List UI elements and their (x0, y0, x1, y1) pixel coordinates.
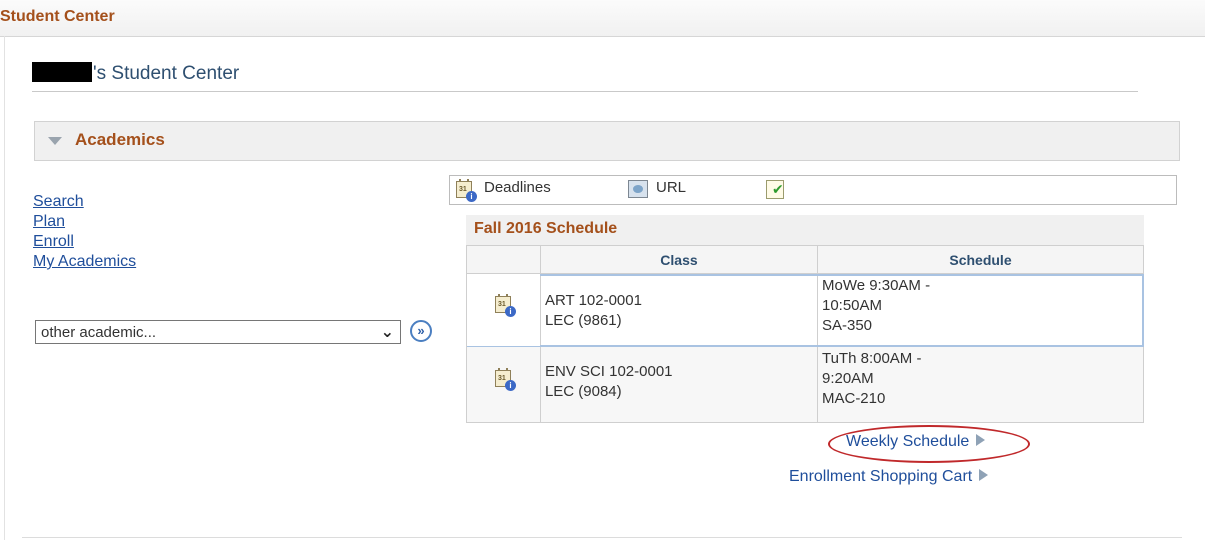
class-details-icon[interactable]: 31 i (495, 294, 516, 317)
academics-section-header[interactable]: Academics (34, 121, 1180, 161)
class-cell: ENV SCI 102-0001 LEC (9084) (539, 346, 818, 423)
table-row[interactable]: 31 i ENV SCI 102-0001 LEC (9084) TuTh 8:0… (466, 346, 1145, 423)
class-name: ENV SCI 102-0001 (544, 363, 673, 380)
schedule-days-time: TuTh 8:00AM - (821, 350, 922, 367)
deadlines-calendar-icon: 31 i (456, 179, 477, 202)
collapse-triangle-icon[interactable] (48, 137, 62, 145)
highlight-circle-annotation (828, 425, 1030, 463)
left-border (4, 36, 5, 540)
schedule-cell: MoWe 9:30AM - 10:50AM SA-350 (816, 273, 1145, 347)
schedule-table: Class Schedule 31 i ART 102-0001 LEC (986… (466, 245, 1145, 423)
title-divider (32, 91, 1138, 92)
table-row[interactable]: 31 i ART 102-0001 LEC (9861) MoWe 9:30AM … (466, 273, 1145, 347)
schedule-room: SA-350 (821, 317, 873, 334)
deadlines-label: Deadlines (484, 179, 551, 196)
url-label: URL (656, 179, 687, 196)
my-academics-link[interactable]: My Academics (33, 252, 136, 272)
header-bar: Student Center (0, 0, 1205, 37)
academics-section-label: Academics (75, 130, 165, 149)
schedule-title-bar: Fall 2016 Schedule (466, 215, 1144, 245)
icon-column-header (466, 245, 541, 274)
other-academic-select[interactable]: other academic... ⌄ (35, 320, 401, 344)
schedule-panel: Fall 2016 Schedule Class Schedule 31 i AR… (466, 215, 1145, 428)
checklist-icon: ✔ (766, 180, 784, 199)
class-section: LEC (9861) (544, 312, 622, 329)
schedule-cell: TuTh 8:00AM - 9:20AM MAC-210 (816, 346, 1145, 423)
chevron-down-icon: ⌄ (380, 324, 394, 341)
page-title: 's Student Center (32, 62, 239, 85)
shopping-cart-label: Enrollment Shopping Cart (789, 468, 973, 485)
arrow-right-icon (979, 469, 989, 481)
url-icon (628, 180, 648, 198)
class-info-cell: 31 i (466, 273, 541, 347)
class-details-icon[interactable]: 31 i (495, 368, 516, 391)
other-academic-select-value: other academic... (41, 324, 157, 341)
redacted-name (32, 62, 92, 82)
class-section: LEC (9084) (544, 383, 622, 400)
class-info-cell: 31 i (466, 346, 541, 423)
schedule-days-time: MoWe 9:30AM - (821, 277, 931, 294)
search-link[interactable]: Search (33, 192, 136, 212)
class-cell: ART 102-0001 LEC (9861) (539, 273, 818, 347)
schedule-column-header: Schedule (816, 245, 1145, 274)
app-title: Student Center (0, 8, 115, 25)
schedule-title: Fall 2016 Schedule (474, 220, 618, 237)
class-column-header: Class (539, 245, 818, 274)
schedule-end-time: 9:20AM (821, 370, 874, 387)
schedule-end-time: 10:50AM (821, 297, 883, 314)
table-header-row: Class Schedule (466, 245, 1145, 274)
schedule-room: MAC-210 (821, 390, 886, 407)
class-name: ART 102-0001 (544, 292, 642, 309)
plan-link[interactable]: Plan (33, 212, 136, 232)
schedule-toolbar: 31 i Deadlines URL ✔ (449, 175, 1177, 205)
footer-divider (22, 537, 1182, 538)
enroll-link[interactable]: Enroll (33, 232, 136, 252)
page-title-suffix: 's Student Center (93, 63, 240, 84)
academics-nav-links: Search Plan Enroll My Academics (33, 192, 136, 272)
go-arrow-button[interactable]: » (410, 320, 432, 342)
enrollment-shopping-cart-link[interactable]: Enrollment Shopping Cart (789, 468, 989, 486)
